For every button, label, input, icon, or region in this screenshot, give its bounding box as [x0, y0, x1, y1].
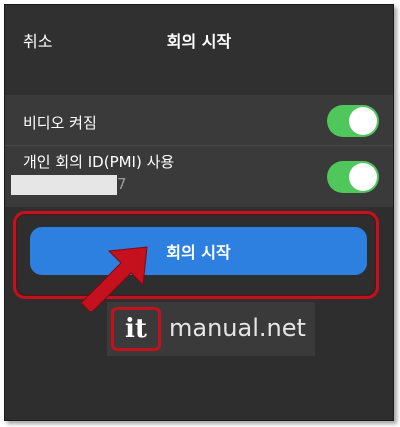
- pmi-row: 개인 회의 ID(PMI) 사용 7: [5, 145, 393, 207]
- toggle-knob: [349, 163, 377, 191]
- pmi-number-redaction: [11, 175, 117, 195]
- header-bar: 취소 회의 시작: [5, 5, 393, 95]
- video-on-toggle[interactable]: [327, 105, 379, 137]
- video-on-label: 비디오 켜짐: [23, 114, 97, 132]
- settings-panel: 비디오 켜짐 개인 회의 ID(PMI) 사용 7: [5, 95, 393, 207]
- page-title: 회의 시작: [166, 32, 232, 51]
- video-on-row: 비디오 켜짐: [5, 95, 393, 146]
- watermark-text: manual.net: [169, 314, 306, 342]
- arrow-icon: [80, 246, 148, 311]
- pmi-toggle[interactable]: [327, 161, 379, 193]
- app-frame: 취소 회의 시작 비디오 켜짐 개인 회의 ID(PMI) 사용 7 회의 시작…: [4, 4, 394, 421]
- pmi-number: 7: [117, 175, 127, 193]
- watermark: it manual.net: [107, 302, 315, 356]
- watermark-logo: it: [111, 307, 161, 351]
- pmi-label: 개인 회의 ID(PMI) 사용: [23, 153, 175, 171]
- toggle-knob: [349, 107, 377, 135]
